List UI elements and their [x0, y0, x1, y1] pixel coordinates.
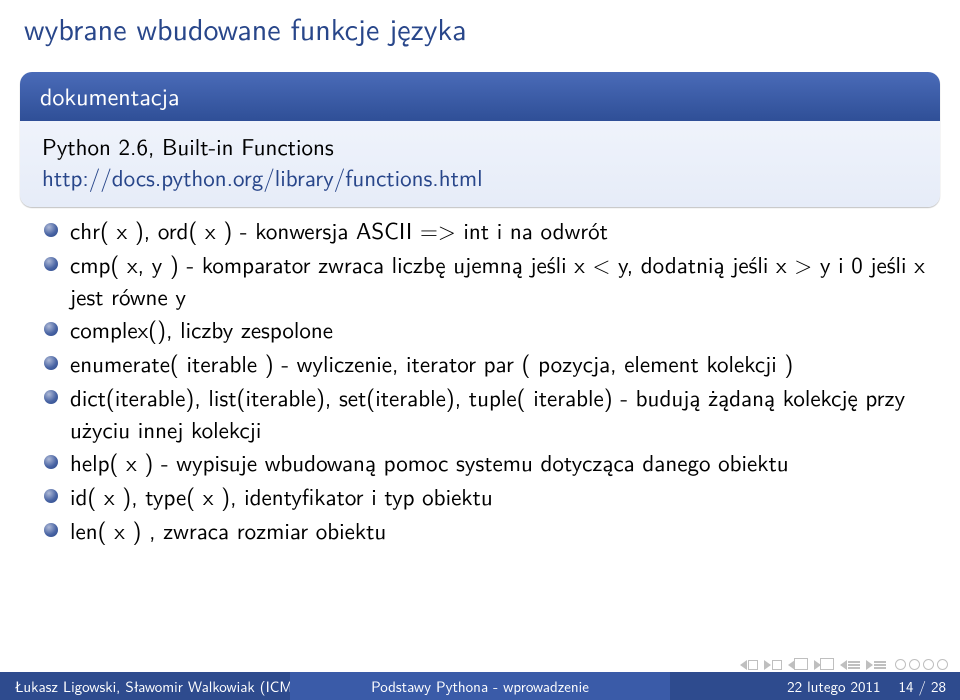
nav-controls: [740, 659, 948, 670]
list-item: id( x ), type( x ), identyfikator i typ …: [44, 481, 936, 513]
footer-date: 22 lutego 2011: [787, 675, 880, 697]
nav-prev-slide-icon[interactable]: [740, 660, 758, 670]
nav-forward-icon[interactable]: [909, 659, 920, 670]
nav-goto-icon[interactable]: [937, 659, 948, 670]
footer-author: Łukasz Ligowski, Sławomir Walkowiak (ICM: [0, 672, 290, 700]
footer: Łukasz Ligowski, Sławomir Walkowiak (ICM…: [0, 672, 960, 700]
block-body: Python 2.6, Built-in Functions http://do…: [20, 121, 940, 207]
block-line-1: Python 2.6, Built-in Functions: [42, 131, 918, 162]
list-item-text: dict(iterable), list(iterable), set(iter…: [70, 380, 905, 446]
list-item: len( x ) , zwraca rozmiar obiektu: [44, 515, 936, 547]
list-item-text: id( x ), type( x ), identyfikator i typ …: [70, 479, 493, 513]
bullet-icon: [44, 455, 58, 469]
list-item: help( x ) - wypisuje wbudowaną pomoc sys…: [44, 447, 936, 479]
list-item-text: chr( x ), ord( x ) - konwersja ASCII => …: [70, 213, 608, 247]
list-item-text: help( x ) - wypisuje wbudowaną pomoc sys…: [70, 445, 789, 479]
nav-next-slide-icon[interactable]: [764, 660, 782, 670]
doc-block: dokumentacja Python 2.6, Built-in Functi…: [20, 72, 940, 207]
footer-title: Podstawy Pythona - wprowadzenie: [290, 672, 670, 700]
list-item: chr( x ), ord( x ) - konwersja ASCII => …: [44, 215, 936, 247]
slide-title: wybrane wbudowane funkcje języka: [0, 0, 960, 64]
list-item: cmp( x, y ) - komparator zwraca liczbę u…: [44, 249, 936, 312]
list-item-text: enumerate( iterable ) - wyliczenie, iter…: [70, 346, 793, 380]
nav-prev-subsection-icon[interactable]: [840, 660, 860, 670]
footer-right: 22 lutego 2011 14 / 28: [670, 672, 960, 700]
list-item: complex(), liczby zespolone: [44, 314, 936, 346]
nav-prev-section-icon[interactable]: [788, 660, 808, 670]
bullet-icon: [44, 223, 58, 237]
bullet-icon: [44, 257, 58, 271]
bullet-icon: [44, 356, 58, 370]
doc-link[interactable]: http://docs.python.org/library/functions…: [42, 160, 483, 194]
list-item-text: complex(), liczby zespolone: [70, 312, 333, 346]
block-title: dokumentacja: [20, 72, 940, 121]
list-item-text: cmp( x, y ) - komparator zwraca liczbę u…: [70, 247, 925, 313]
nav-next-subsection-icon[interactable]: [866, 660, 886, 670]
nav-next-section-icon[interactable]: [814, 660, 834, 670]
bullet-icon: [44, 523, 58, 537]
list-item-text: len( x ) , zwraca rozmiar obiektu: [70, 513, 386, 547]
bullet-icon: [44, 489, 58, 503]
bullet-list: chr( x ), ord( x ) - konwersja ASCII => …: [44, 215, 936, 546]
nav-search-icon[interactable]: [923, 659, 934, 670]
bullet-icon: [44, 390, 58, 404]
list-item: dict(iterable), list(iterable), set(iter…: [44, 382, 936, 445]
footer-page: 14 / 28: [899, 675, 947, 697]
list-item: enumerate( iterable ) - wyliczenie, iter…: [44, 348, 936, 380]
nav-aux-icons: [895, 659, 948, 670]
nav-back-icon[interactable]: [895, 659, 906, 670]
bullet-icon: [44, 322, 58, 336]
